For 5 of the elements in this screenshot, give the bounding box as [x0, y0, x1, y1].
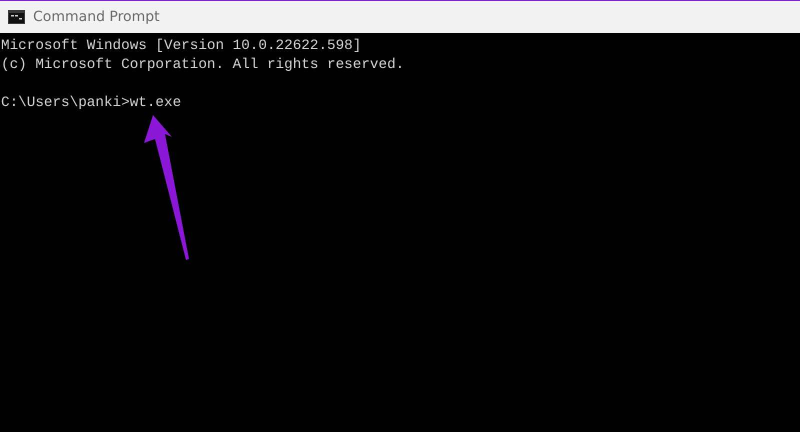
console-line: Microsoft Windows [Version 10.0.22622.598] [1, 37, 362, 56]
console-line: (c) Microsoft Corporation. All rights reserved. [1, 56, 404, 75]
terminal-icon [8, 10, 25, 24]
command-line: C:\Users\panki>wt.exe [1, 94, 182, 113]
window-title: Command Prompt [33, 9, 160, 25]
